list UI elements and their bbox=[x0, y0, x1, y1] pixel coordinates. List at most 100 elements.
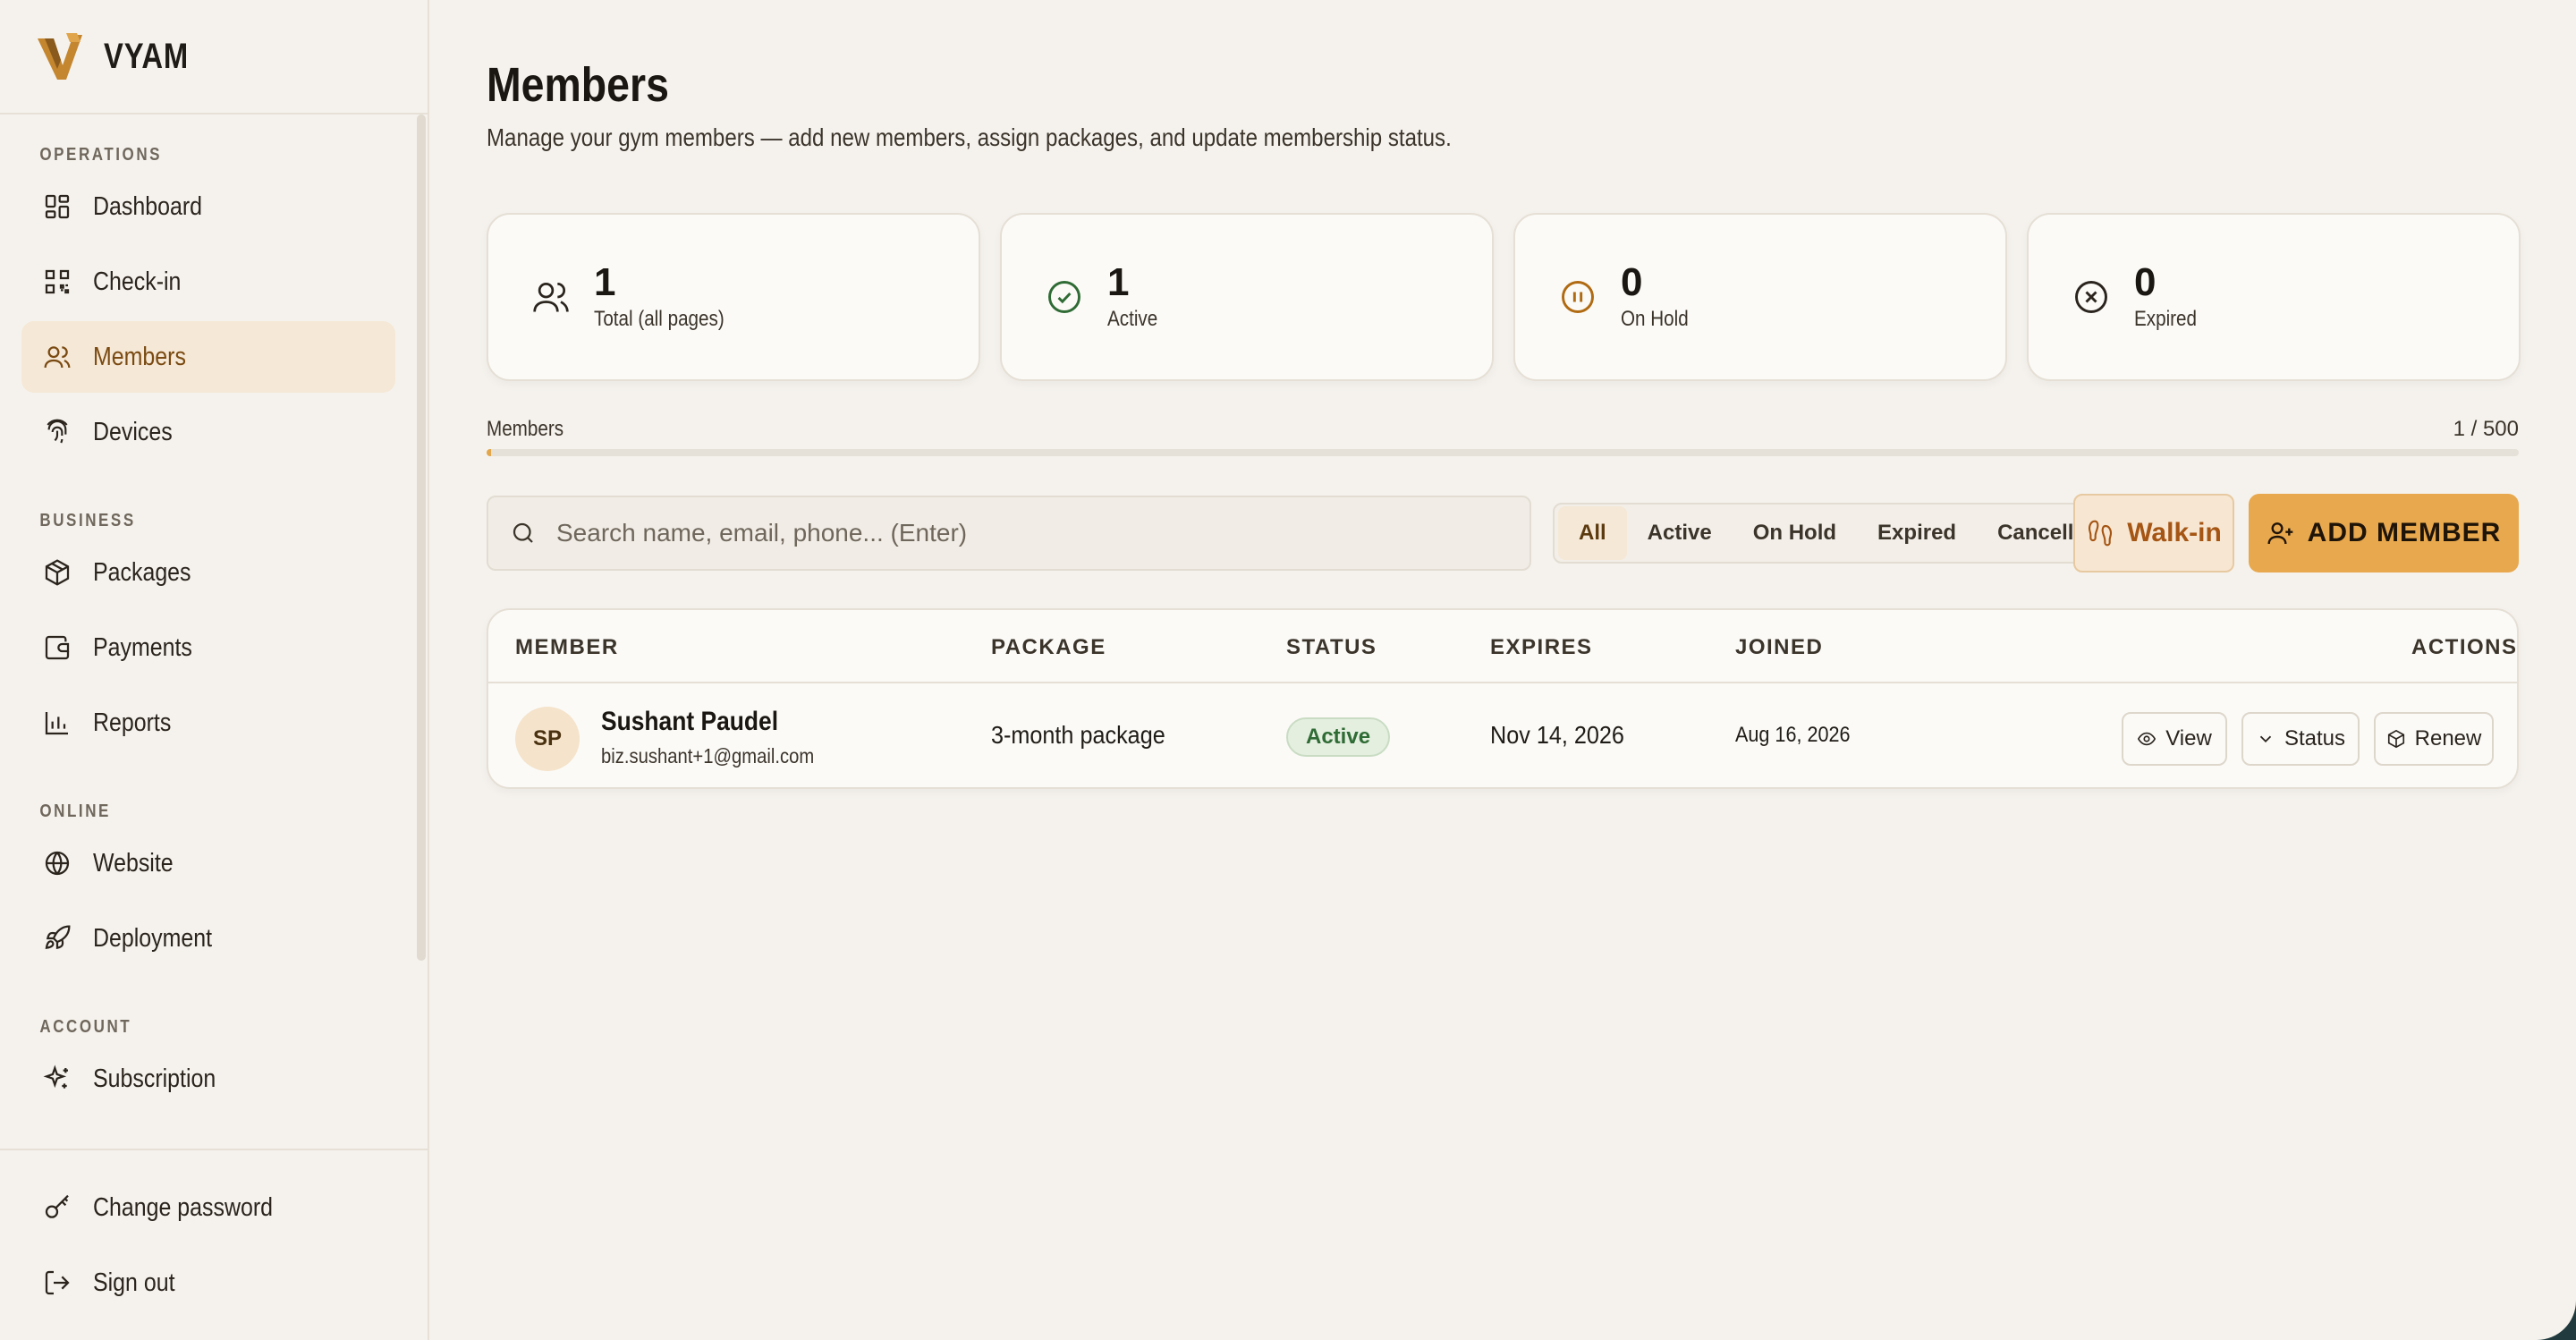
sparkles-icon bbox=[43, 1064, 68, 1089]
pause-circle-icon bbox=[1562, 281, 1594, 313]
member-usage-count: 1 / 500 bbox=[2453, 417, 2519, 441]
sidebar-item-label: Dashboard bbox=[93, 191, 203, 221]
sidebar-item-deployment[interactable]: Deployment bbox=[21, 903, 395, 974]
fingerprint-icon bbox=[47, 419, 68, 444]
column-header-expires: EXPIRES bbox=[1490, 635, 1593, 659]
sidebar-item-change-password[interactable]: Change password bbox=[21, 1172, 395, 1243]
column-header-joined: JOINED bbox=[1735, 635, 1824, 659]
search-input[interactable] bbox=[556, 519, 1530, 547]
member-joined: Aug 16, 2026 bbox=[1735, 723, 1851, 747]
brand[interactable]: VYAM bbox=[0, 0, 428, 114]
stat-label: On Hold bbox=[1621, 307, 1689, 332]
sign-out-icon bbox=[45, 1270, 70, 1295]
globe-icon bbox=[45, 851, 70, 876]
vyam-logo-icon bbox=[38, 33, 82, 80]
user-plus-icon bbox=[2267, 522, 2292, 545]
stat-label: Active bbox=[1107, 307, 1158, 332]
search-box[interactable] bbox=[487, 496, 1531, 571]
sidebar-item-label: Reports bbox=[93, 708, 172, 737]
column-header-package: PACKAGE bbox=[991, 635, 1106, 659]
sidebar-item-subscription[interactable]: Subscription bbox=[21, 1043, 395, 1115]
eye-icon bbox=[2138, 732, 2157, 746]
section-label-business: BUSINESS bbox=[39, 511, 136, 530]
filter-all[interactable]: All bbox=[1558, 506, 1627, 560]
renew-button[interactable]: Renew bbox=[2374, 712, 2494, 766]
dashboard-icon bbox=[45, 194, 70, 219]
sidebar-nav: OPERATIONS Dashboard Check-in Members De… bbox=[0, 114, 428, 1115]
member-usage-label: Members bbox=[487, 417, 564, 441]
column-header-status: STATUS bbox=[1286, 635, 1377, 659]
qr-code-icon bbox=[45, 269, 70, 294]
view-label: View bbox=[2165, 726, 2212, 751]
sidebar-item-packages[interactable]: Packages bbox=[21, 537, 395, 608]
stat-card-expired: 0 Expired bbox=[2027, 213, 2521, 381]
stat-value: 1 bbox=[1107, 259, 1130, 304]
key-icon bbox=[45, 1194, 69, 1218]
sidebar-item-members[interactable]: Members bbox=[21, 321, 395, 393]
sidebar: VYAM OPERATIONS Dashboard Check-in Membe… bbox=[0, 0, 429, 1340]
search-icon bbox=[513, 522, 533, 543]
status-label: Status bbox=[2284, 726, 2346, 751]
add-member-button[interactable]: ADD MEMBER bbox=[2249, 494, 2519, 572]
stat-label: Expired bbox=[2134, 307, 2197, 332]
member-package: 3-month package bbox=[991, 721, 1165, 749]
table-row[interactable]: SP Sushant Paudel biz.sushant+1@gmail.co… bbox=[488, 683, 2517, 787]
sidebar-item-label: Devices bbox=[93, 417, 173, 446]
member-usage-fill bbox=[487, 449, 491, 456]
avatar: SP bbox=[515, 707, 580, 771]
member-name[interactable]: Sushant Paudel bbox=[601, 707, 778, 737]
filter-expired[interactable]: Expired bbox=[1857, 506, 1977, 560]
section-label-account: ACCOUNT bbox=[39, 1017, 132, 1037]
add-member-label: ADD MEMBER bbox=[2307, 518, 2502, 547]
chevron-down-icon bbox=[2259, 735, 2272, 743]
sidebar-item-label: Members bbox=[93, 342, 186, 371]
view-button[interactable]: View bbox=[2122, 712, 2227, 766]
status-filter-group: All Active On Hold Expired Cancelled bbox=[1553, 503, 2125, 564]
sidebar-item-payments[interactable]: Payments bbox=[21, 612, 395, 683]
filter-active[interactable]: Active bbox=[1627, 506, 1733, 560]
package-icon bbox=[45, 559, 70, 586]
sidebar-item-devices[interactable]: Devices bbox=[21, 396, 395, 468]
sidebar-scrollbar[interactable] bbox=[417, 114, 426, 961]
stat-card-on-hold: 0 On Hold bbox=[1513, 213, 2007, 381]
app-window: VYAM OPERATIONS Dashboard Check-in Membe… bbox=[0, 0, 2576, 1340]
sidebar-item-sign-out[interactable]: Sign out bbox=[21, 1247, 395, 1319]
brand-name: VYAM bbox=[104, 36, 190, 76]
section-label-online: ONLINE bbox=[39, 801, 111, 821]
table-header: MEMBER PACKAGE STATUS EXPIRES JOINED ACT… bbox=[488, 610, 2517, 683]
stat-value: 1 bbox=[594, 259, 616, 304]
stat-label: Total (all pages) bbox=[594, 307, 724, 332]
sidebar-item-website[interactable]: Website bbox=[21, 827, 395, 899]
sidebar-item-dashboard[interactable]: Dashboard bbox=[21, 171, 395, 242]
filter-on-hold[interactable]: On Hold bbox=[1733, 506, 1857, 560]
page-subtitle: Manage your gym members — add new member… bbox=[487, 123, 1452, 151]
column-header-actions: ACTIONS bbox=[2411, 635, 2518, 659]
member-email: biz.sushant+1@gmail.com bbox=[601, 744, 815, 768]
sidebar-item-reports[interactable]: Reports bbox=[21, 687, 395, 759]
status-badge: Active bbox=[1286, 717, 1391, 757]
column-header-member: MEMBER bbox=[515, 635, 619, 659]
status-dropdown-button[interactable]: Status bbox=[2241, 712, 2360, 766]
stat-card-active: 1 Active bbox=[1000, 213, 1494, 381]
sidebar-item-check-in[interactable]: Check-in bbox=[21, 246, 395, 318]
members-table: MEMBER PACKAGE STATUS EXPIRES JOINED ACT… bbox=[487, 608, 2519, 789]
walk-in-button[interactable]: Walk-in bbox=[2073, 494, 2234, 572]
stat-value: 0 bbox=[1621, 259, 1643, 304]
rocket-icon bbox=[45, 925, 71, 950]
sidebar-item-label: Payments bbox=[93, 632, 192, 662]
stat-value: 0 bbox=[2134, 259, 2157, 304]
sidebar-item-label: Sign out bbox=[93, 1268, 175, 1297]
users-icon bbox=[533, 282, 569, 312]
package-icon bbox=[2387, 729, 2404, 749]
stat-card-total: 1 Total (all pages) bbox=[487, 213, 980, 381]
walk-in-label: Walk-in bbox=[2127, 518, 2222, 547]
footprints-icon bbox=[2089, 520, 2113, 547]
check-circle-icon bbox=[1048, 281, 1080, 313]
wallet-icon bbox=[45, 635, 70, 660]
member-expires: Nov 14, 2026 bbox=[1490, 721, 1624, 749]
section-label-operations: OPERATIONS bbox=[39, 145, 163, 165]
sidebar-item-label: Check-in bbox=[93, 267, 182, 296]
sidebar-item-label: Deployment bbox=[93, 923, 213, 953]
member-usage-bar bbox=[487, 449, 2519, 456]
x-circle-icon bbox=[2075, 281, 2107, 313]
